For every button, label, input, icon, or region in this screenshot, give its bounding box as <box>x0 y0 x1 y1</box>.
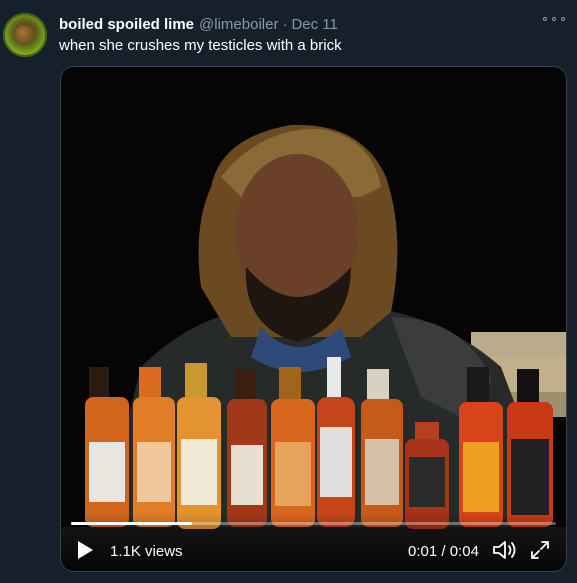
progress-fill <box>71 522 193 525</box>
header-separator: · <box>282 15 288 33</box>
progress-bar[interactable] <box>71 522 556 525</box>
video-time: 0:01 / 0:04 <box>408 543 479 560</box>
user-handle[interactable]: @limeboiler <box>199 16 278 33</box>
video-player[interactable]: 1.1K views 0:01 / 0:04 <box>60 66 567 572</box>
time-total: 0:04 <box>449 543 479 560</box>
tweet-date[interactable]: Dec 11 <box>291 16 337 33</box>
volume-icon[interactable] <box>491 539 517 561</box>
display-name[interactable]: boiled spoiled lime <box>59 16 194 33</box>
tweet-header: boiled spoiled lime @limeboiler · Dec 11 <box>59 14 338 34</box>
tweet-text: when she crushes my testicles with a bri… <box>59 37 342 54</box>
fullscreen-icon[interactable] <box>529 539 551 561</box>
video-frame[interactable] <box>61 67 567 572</box>
time-separator: / <box>437 543 450 560</box>
avatar[interactable] <box>3 13 47 57</box>
more-icon[interactable] <box>543 12 565 26</box>
tweet[interactable]: boiled spoiled lime @limeboiler · Dec 11… <box>0 0 577 583</box>
time-elapsed: 0:01 <box>408 543 438 560</box>
play-icon[interactable] <box>75 539 95 561</box>
view-count: 1.1K views <box>110 543 183 560</box>
